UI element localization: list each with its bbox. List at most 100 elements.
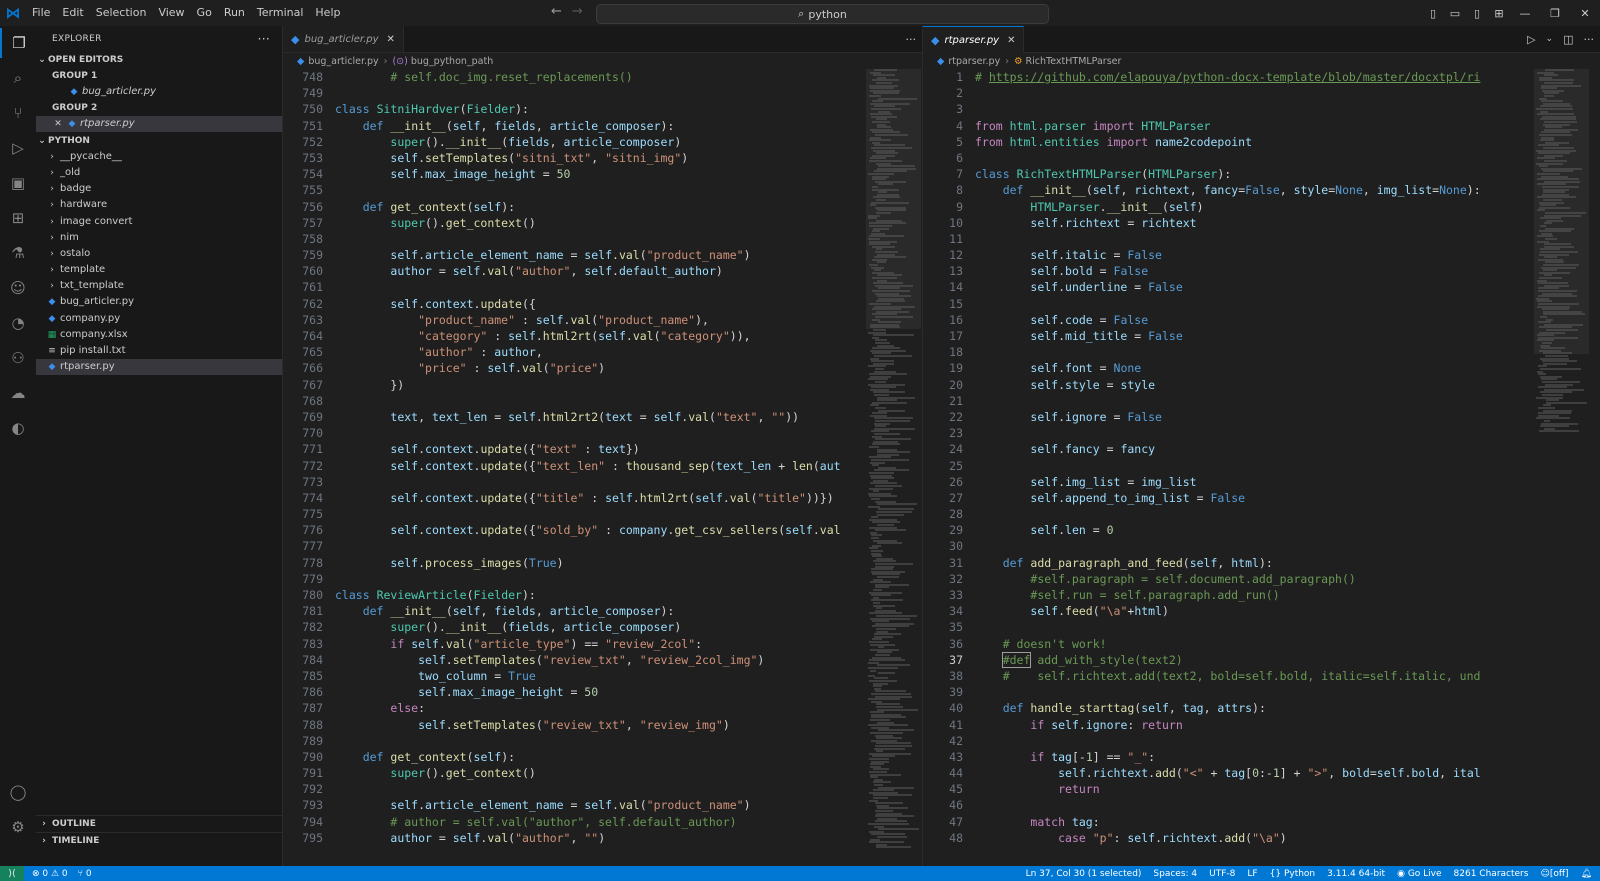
code-line[interactable]: 756 def get_context(self): [283,199,866,215]
code-line[interactable]: 775 [283,506,866,522]
code-editor[interactable]: 748 # self.doc_img.reset_replacements() 7… [283,69,866,866]
code-line[interactable]: 780 class ReviewArticle(Fielder): [283,587,866,603]
code-line[interactable]: 751 def __init__(self, fields, article_c… [283,118,866,134]
code-line[interactable]: 48 case "p": self.richtext.add("\a") [923,830,1534,846]
code-line[interactable]: 776 self.context.update({"sold_by" : com… [283,522,866,538]
tree-file[interactable]: ≡ pip install.txt [36,343,282,359]
tree-folder[interactable]: › nim [36,230,282,246]
code-line[interactable]: 791 super().get_context() [283,765,866,781]
menu-selection[interactable]: Selection [90,0,153,26]
open-editor-item[interactable]: ◆ bug_articler.py [36,84,282,100]
tree-folder[interactable]: › badge [36,181,282,197]
close-icon[interactable]: ✕ [52,116,64,132]
copilot-icon[interactable]: ☺ [0,273,36,303]
run-debug-icon[interactable]: ▷ [0,133,36,163]
code-line[interactable]: 6 [923,150,1534,166]
code-line[interactable]: 759 self.article_element_name = self.val… [283,247,866,263]
code-line[interactable]: 31 def add_paragraph_and_feed(self, html… [923,555,1534,571]
search-icon[interactable]: ⌕ [0,63,36,93]
edge-icon[interactable]: ◐ [0,413,36,443]
code-line[interactable]: 769 text, text_len = self.html2rt2(text … [283,409,866,425]
more-actions-icon[interactable]: ··· [1584,33,1595,46]
ports-status[interactable]: ⑂ 0 [78,869,92,879]
code-line[interactable]: 793 self.article_element_name = self.val… [283,797,866,813]
open-editor-item[interactable]: ✕ ◆ rtparser.py [36,116,282,132]
code-line[interactable]: 768 [283,393,866,409]
code-line[interactable]: 767 }) [283,377,866,393]
code-editor[interactable]: 1 # https://github.com/elapouya/python-do… [923,69,1534,866]
files-icon[interactable]: ❐ [0,28,36,58]
outline-section[interactable]: › OUTLINE [36,815,282,833]
code-line[interactable]: 787 else: [283,700,866,716]
code-line[interactable]: 1 # https://github.com/elapouya/python-do… [923,69,1534,85]
menu-help[interactable]: Help [309,0,346,26]
close-window-icon[interactable]: ✕ [1570,7,1600,20]
code-line[interactable]: 39 [923,684,1534,700]
character-count[interactable]: 8261 Characters [1454,869,1529,879]
code-line[interactable]: 30 [923,538,1534,554]
code-line[interactable]: 21 [923,393,1534,409]
code-line[interactable]: 792 [283,781,866,797]
code-line[interactable]: 46 [923,797,1534,813]
code-line[interactable]: 782 super().__init__(fields, article_com… [283,619,866,635]
menu-run[interactable]: Run [218,0,251,26]
code-line[interactable]: 748 # self.doc_img.reset_replacements() [283,69,866,85]
chevron-down-icon[interactable]: ⌄ [1546,34,1554,44]
tree-file[interactable]: ◆ company.py [36,311,282,327]
code-line[interactable]: 26 self.img_list = img_list [923,474,1534,490]
breadcrumb-symbol[interactable]: RichTextHTMLParser [1026,56,1122,67]
code-line[interactable]: 27 self.append_to_img_list = False [923,490,1534,506]
code-line[interactable]: 778 self.process_images(True) [283,555,866,571]
code-line[interactable]: 779 [283,571,866,587]
go-live-button[interactable]: ◉ Go Live [1397,869,1441,879]
code-line[interactable]: 29 self.len = 0 [923,522,1534,538]
code-line[interactable]: 794 # author = self.val("author", self.d… [283,814,866,830]
timeline-section[interactable]: › TIMELINE [36,832,282,850]
code-line[interactable]: 758 [283,231,866,247]
code-line[interactable]: 18 [923,344,1534,360]
code-line[interactable]: 42 [923,733,1534,749]
tab-bug-articler[interactable]: ◆ bug_articler.py ✕ [283,26,404,52]
code-line[interactable]: 14 self.underline = False [923,279,1534,295]
run-icon[interactable]: ▷ [1527,33,1535,46]
encoding[interactable]: UTF-8 [1209,869,1235,879]
notifications-icon[interactable]: 🔔︎ [1581,869,1592,879]
close-icon[interactable]: ✕ [1007,35,1015,46]
forward-arrow-icon[interactable]: → [572,4,583,19]
toggle-secondary-sidebar-icon[interactable]: ▯ [1466,7,1488,20]
code-line[interactable]: 17 self.mid_title = False [923,328,1534,344]
code-line[interactable]: 9 HTMLParser.__init__(self) [923,199,1534,215]
code-line[interactable]: 766 "price" : self.val("price") [283,360,866,376]
code-line[interactable]: 7 class RichTextHTMLParser(HTMLParser): [923,166,1534,182]
tree-folder[interactable]: › _old [36,165,282,181]
code-line[interactable]: 20 self.style = style [923,377,1534,393]
code-line[interactable]: 753 self.setTemplates("sitni_txt", "sitn… [283,150,866,166]
code-line[interactable]: 41 if self.ignore: return [923,717,1534,733]
code-line[interactable]: 40 def handle_starttag(self, tag, attrs)… [923,700,1534,716]
breadcrumb-file[interactable]: rtparser.py [948,56,1000,67]
menu-view[interactable]: View [152,0,190,26]
code-line[interactable]: 750 class SitniHardver(Fielder): [283,101,866,117]
code-line[interactable]: 5 from html.entities import name2codepoin… [923,134,1534,150]
python-icon[interactable]: ⚇ [0,343,36,373]
minimap[interactable] [1534,69,1589,866]
remote-indicator-icon[interactable]: ⟩⟨ [0,866,24,881]
toggle-primary-sidebar-icon[interactable]: ▯ [1422,7,1444,20]
source-control-icon[interactable]: ⑂ [0,98,36,128]
command-center-search[interactable]: ⌕ python [596,4,1049,24]
tree-folder[interactable]: › ostalo [36,246,282,262]
tree-file[interactable]: ◆ bug_articler.py [36,294,282,310]
code-line[interactable]: 783 if self.val("article_type") == "revi… [283,636,866,652]
tree-folder[interactable]: › image convert [36,214,282,230]
code-line[interactable]: 2 [923,85,1534,101]
customize-layout-icon[interactable]: ⊞ [1488,7,1510,20]
code-line[interactable]: 44 self.richtext.add("<" + tag[0:-1] + "… [923,765,1534,781]
minimize-icon[interactable]: — [1510,7,1540,20]
code-line[interactable]: 32 #self.paragraph = self.document.add_p… [923,571,1534,587]
gear-icon[interactable]: ⚙ [0,812,36,842]
code-line[interactable]: 765 "author" : author, [283,344,866,360]
code-line[interactable]: 34 self.feed("\a"+html) [923,603,1534,619]
code-line[interactable]: 760 author = self.val("author", self.def… [283,263,866,279]
end-of-line[interactable]: LF [1247,869,1257,879]
menu-go[interactable]: Go [191,0,218,26]
